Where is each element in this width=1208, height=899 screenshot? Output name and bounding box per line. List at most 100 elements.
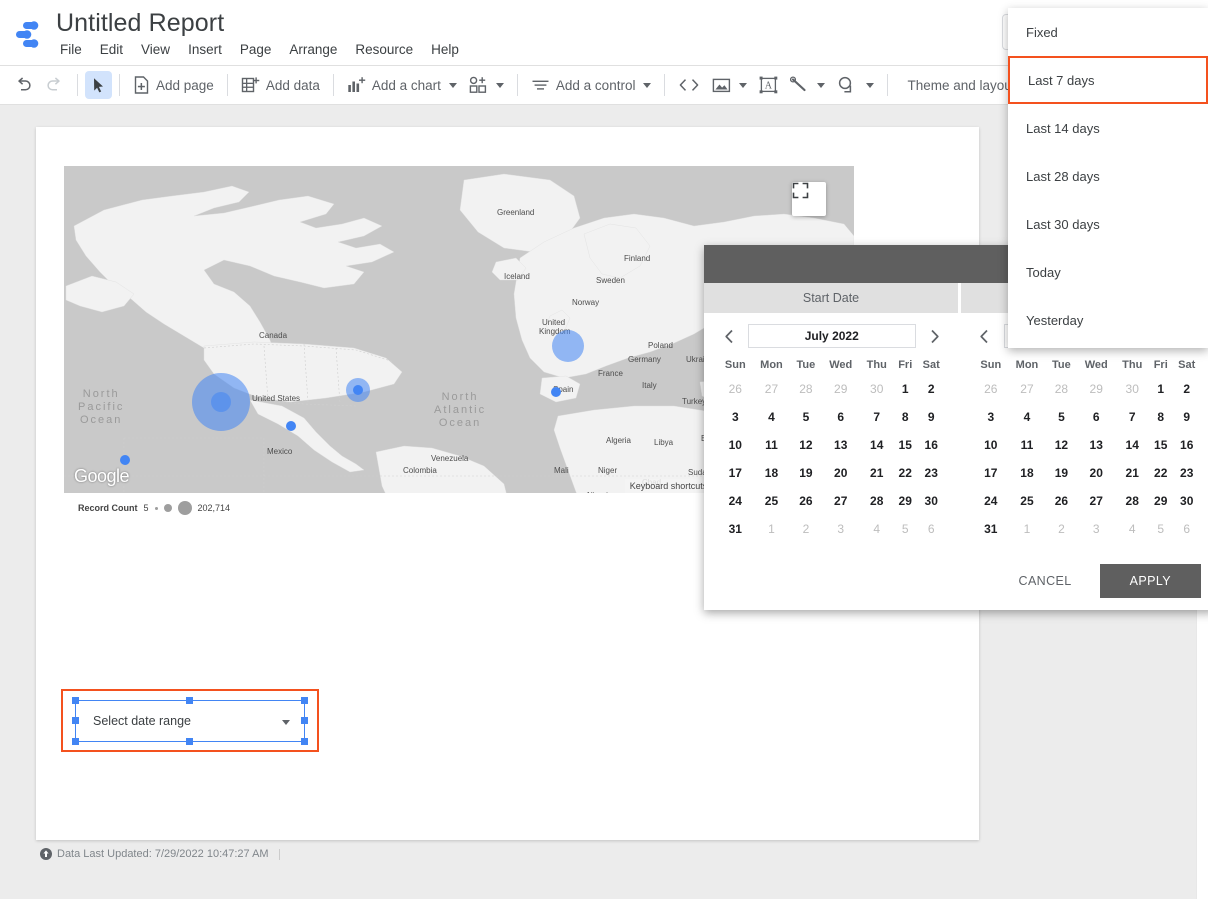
- calendar-day[interactable]: 15: [894, 431, 917, 459]
- calendar-day[interactable]: 23: [917, 459, 946, 487]
- calendar-day[interactable]: 27: [753, 375, 791, 403]
- calendar-day[interactable]: 20: [822, 459, 860, 487]
- resize-handle-se[interactable]: [301, 738, 308, 745]
- start-calendar-grid[interactable]: Sun Mon Tue Wed Thu Fri Sat 26 27 28 29 30 1 2 3 4 5 6 7 8…: [718, 355, 946, 543]
- date-range-dropdown-menu[interactable]: Fixed Last 7 days Last 14 days Last 28 days…: [1008, 8, 1208, 348]
- keyboard-shortcuts-link[interactable]: Keyboard shortcuts: [625, 479, 713, 493]
- calendar-day[interactable]: 1: [894, 375, 917, 403]
- calendar-day[interactable]: 29: [822, 375, 860, 403]
- calendar-day[interactable]: 26: [718, 375, 753, 403]
- calendar-day[interactable]: 21: [1115, 459, 1149, 487]
- calendar-day[interactable]: 30: [1172, 487, 1201, 515]
- calendar-day[interactable]: 13: [822, 431, 860, 459]
- calendar-day[interactable]: 25: [753, 487, 791, 515]
- start-month-field[interactable]: July 2022: [748, 324, 916, 348]
- add-data-button[interactable]: Add data: [235, 71, 326, 99]
- calendar-day[interactable]: 31: [974, 515, 1009, 543]
- calendar-day[interactable]: 2: [1046, 515, 1077, 543]
- shape-button[interactable]: [831, 71, 880, 99]
- menu-item-insert[interactable]: Insert: [179, 41, 231, 59]
- calendar-day[interactable]: 15: [1149, 431, 1172, 459]
- end-calendar-grid[interactable]: Sun Mon Tue Wed Thu Fri Sat 26 27 28 29 30 1 2 3 4 5 6 7 8…: [974, 355, 1202, 543]
- resize-handle-ne[interactable]: [301, 696, 308, 704]
- map-bubble[interactable]: [353, 385, 363, 395]
- menu-item-edit[interactable]: Edit: [91, 41, 132, 59]
- select-tool-button[interactable]: [85, 71, 112, 99]
- menu-item-help[interactable]: Help: [422, 41, 468, 59]
- calendar-day[interactable]: 30: [917, 487, 946, 515]
- range-option-last-14-days[interactable]: Last 14 days: [1008, 104, 1208, 152]
- calendar-day[interactable]: 23: [1172, 459, 1201, 487]
- resize-handle-s[interactable]: [186, 738, 193, 745]
- range-option-last-7-days[interactable]: Last 7 days: [1008, 56, 1208, 104]
- range-option-last-28-days[interactable]: Last 28 days: [1008, 152, 1208, 200]
- calendar-day[interactable]: 4: [860, 515, 894, 543]
- calendar-day[interactable]: 3: [1077, 515, 1115, 543]
- calendar-day[interactable]: 9: [917, 403, 946, 431]
- calendar-day[interactable]: 22: [1149, 459, 1172, 487]
- map-fullscreen-button[interactable]: [792, 182, 826, 216]
- add-control-button[interactable]: Add a control: [525, 71, 658, 99]
- map-bubble[interactable]: [552, 330, 584, 362]
- calendar-day[interactable]: 18: [1008, 459, 1046, 487]
- calendar-day[interactable]: 19: [790, 459, 821, 487]
- theme-and-layout-button[interactable]: Theme and layout: [895, 71, 1021, 99]
- calendar-day[interactable]: 2: [917, 375, 946, 403]
- calendar-day[interactable]: 4: [1008, 403, 1046, 431]
- chevron-right-icon[interactable]: [924, 325, 946, 347]
- calendar-day[interactable]: 26: [790, 487, 821, 515]
- calendar-day[interactable]: 3: [974, 403, 1009, 431]
- date-range-control-selection[interactable]: Select date range: [61, 689, 319, 752]
- calendar-day[interactable]: 6: [822, 403, 860, 431]
- calendar-day[interactable]: 20: [1077, 459, 1115, 487]
- calendar-day[interactable]: 9: [1172, 403, 1201, 431]
- calendar-day[interactable]: 30: [860, 375, 894, 403]
- calendar-day[interactable]: 5: [1149, 515, 1172, 543]
- calendar-day[interactable]: 28: [860, 487, 894, 515]
- calendar-day[interactable]: 5: [790, 403, 821, 431]
- calendar-day[interactable]: 26: [1046, 487, 1077, 515]
- calendar-day[interactable]: 5: [1046, 403, 1077, 431]
- calendar-day[interactable]: 19: [1046, 459, 1077, 487]
- menu-item-file[interactable]: File: [56, 41, 91, 59]
- resize-handle-w[interactable]: [71, 717, 79, 724]
- resize-handle-sw[interactable]: [71, 738, 79, 745]
- calendar-day[interactable]: 4: [1115, 515, 1149, 543]
- range-option-today[interactable]: Today: [1008, 248, 1208, 296]
- calendar-day[interactable]: 7: [860, 403, 894, 431]
- calendar-day[interactable]: 16: [1172, 431, 1201, 459]
- map-bubble[interactable]: [286, 421, 296, 431]
- undo-button[interactable]: [8, 71, 39, 99]
- calendar-day[interactable]: 28: [790, 375, 821, 403]
- resize-handle-nw[interactable]: [71, 696, 79, 704]
- range-option-last-30-days[interactable]: Last 30 days: [1008, 200, 1208, 248]
- calendar-day[interactable]: 7: [1115, 403, 1149, 431]
- calendar-day[interactable]: 11: [753, 431, 791, 459]
- calendar-day[interactable]: 8: [894, 403, 917, 431]
- calendar-day[interactable]: 5: [894, 515, 917, 543]
- calendar-day[interactable]: 1: [1149, 375, 1172, 403]
- resize-handle-n[interactable]: [186, 696, 193, 704]
- calendar-day[interactable]: 27: [1008, 375, 1046, 403]
- calendar-day[interactable]: 11: [1008, 431, 1046, 459]
- report-title[interactable]: Untitled Report: [56, 9, 224, 38]
- calendar-day[interactable]: 26: [974, 375, 1009, 403]
- calendar-day[interactable]: 29: [1077, 375, 1115, 403]
- calendar-day[interactable]: 6: [1172, 515, 1201, 543]
- calendar-day[interactable]: 8: [1149, 403, 1172, 431]
- calendar-day[interactable]: 29: [894, 487, 917, 515]
- calendar-day[interactable]: 16: [917, 431, 946, 459]
- menu-item-resource[interactable]: Resource: [346, 41, 422, 59]
- chevron-down-icon[interactable]: [282, 720, 290, 725]
- calendar-day[interactable]: 2: [790, 515, 821, 543]
- calendar-day[interactable]: 30: [1115, 375, 1149, 403]
- line-button[interactable]: [784, 71, 831, 99]
- calendar-day[interactable]: 14: [860, 431, 894, 459]
- map-bubble[interactable]: [211, 392, 231, 412]
- calendar-day[interactable]: 25: [1008, 487, 1046, 515]
- menu-item-view[interactable]: View: [132, 41, 179, 59]
- chevron-left-icon[interactable]: [974, 325, 996, 347]
- cancel-button[interactable]: CANCEL: [1001, 565, 1090, 597]
- calendar-day[interactable]: 29: [1149, 487, 1172, 515]
- map-bubble[interactable]: [551, 387, 561, 397]
